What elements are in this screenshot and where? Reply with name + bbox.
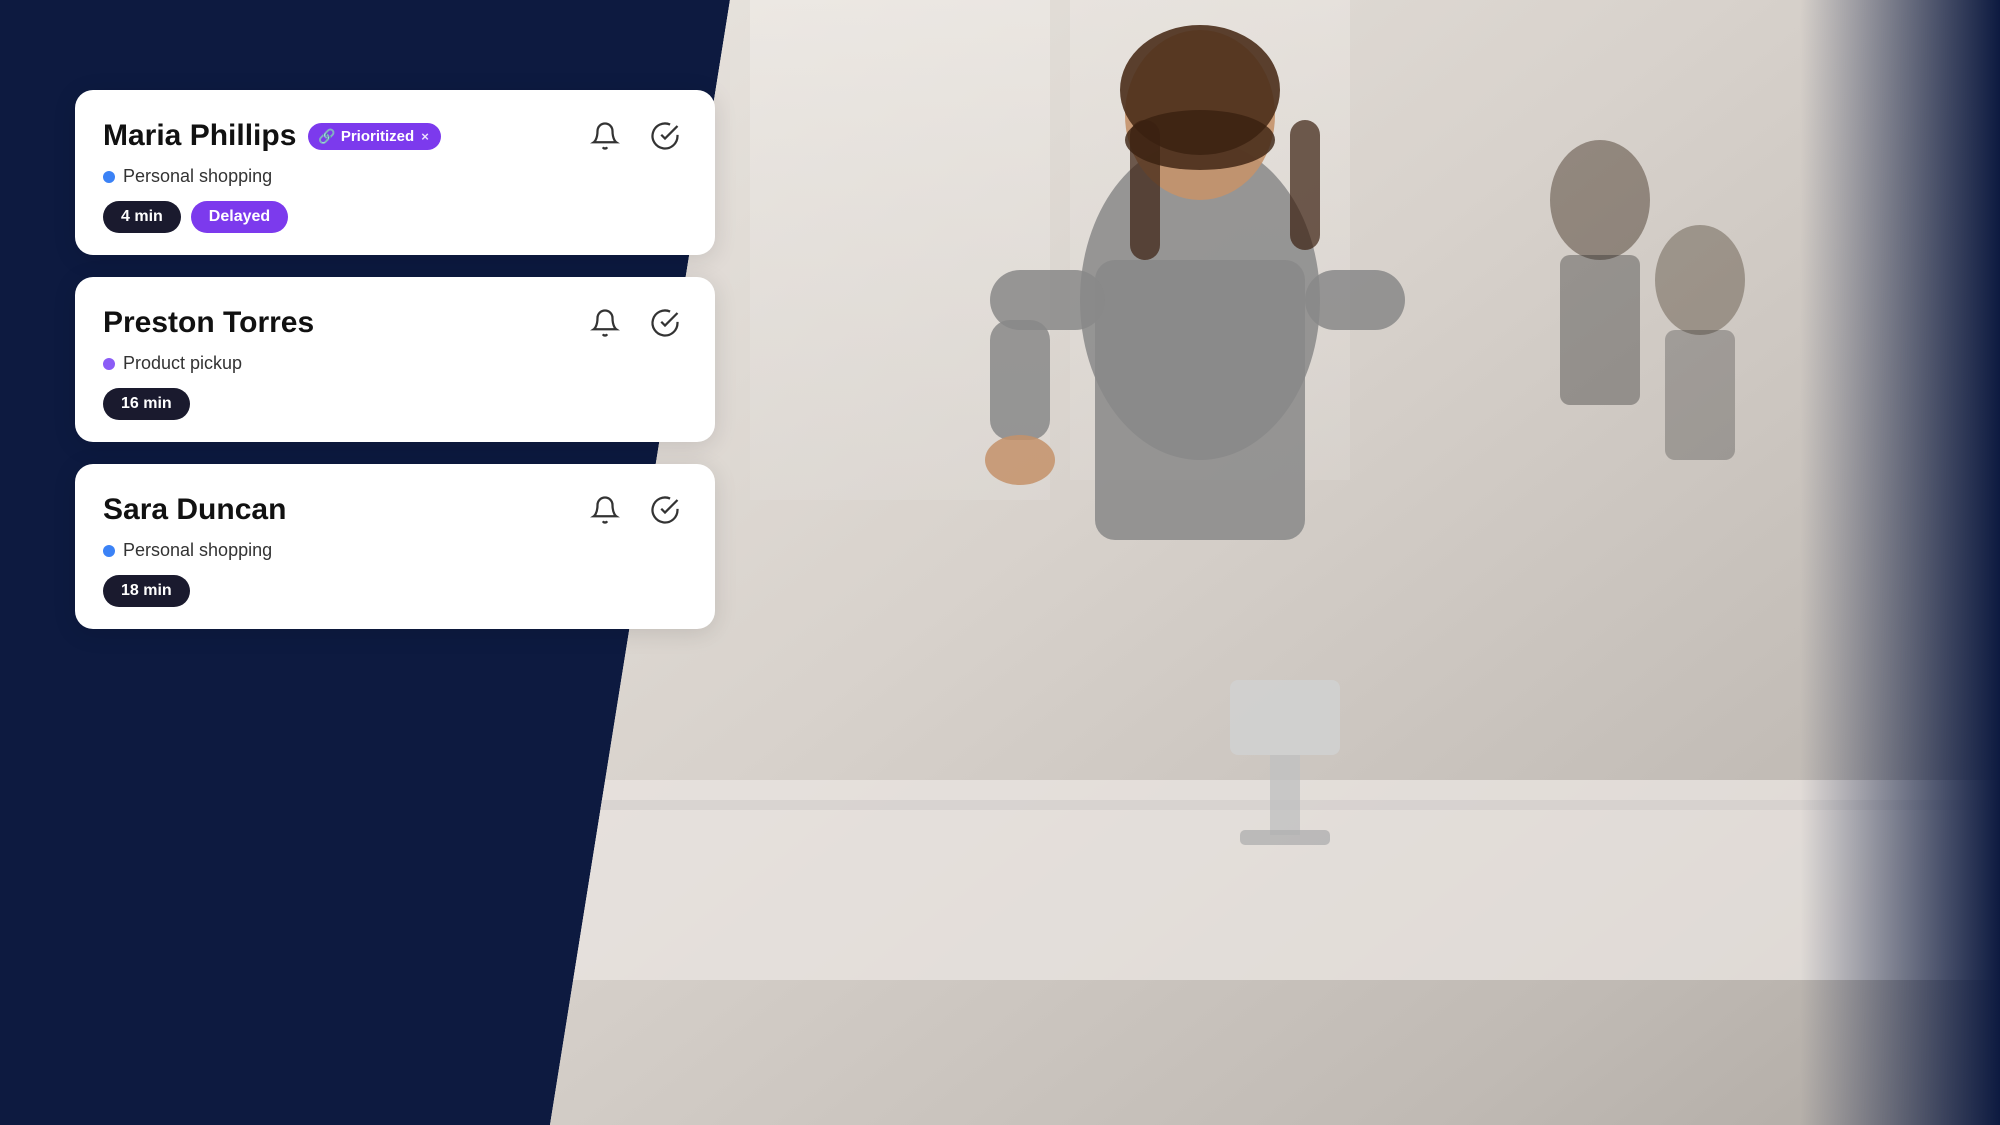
bell-button-maria[interactable]: [583, 114, 627, 158]
card-title-section-preston: Preston Torres: [103, 305, 314, 341]
check-button-maria[interactable]: [643, 114, 687, 158]
status-tag-maria: Delayed: [191, 201, 288, 233]
service-label-preston: Product pickup: [123, 353, 242, 374]
time-tag-preston: 16 min: [103, 388, 190, 420]
service-dot-sara: [103, 545, 115, 557]
badge-label: Prioritized: [341, 128, 414, 145]
cards-container: Maria Phillips 🔗 Prioritized ×: [75, 90, 715, 629]
check-button-preston[interactable]: [643, 301, 687, 345]
customer-name-preston: Preston Torres: [103, 305, 314, 341]
card-sara: Sara Duncan Personal sho: [75, 464, 715, 629]
service-line-sara: Personal shopping: [103, 540, 687, 561]
card-title-section: Maria Phillips 🔗 Prioritized ×: [103, 118, 441, 154]
service-line-preston: Product pickup: [103, 353, 687, 374]
customer-name-sara: Sara Duncan: [103, 492, 286, 528]
card-title-section-sara: Sara Duncan: [103, 492, 286, 528]
tags-row-maria: 4 min Delayed: [103, 201, 687, 233]
service-label-maria: Personal shopping: [123, 166, 272, 187]
badge-close-button[interactable]: ×: [421, 129, 429, 144]
service-line-maria: Personal shopping: [103, 166, 687, 187]
card-preston: Preston Torres Product p: [75, 277, 715, 442]
link-icon: 🔗: [318, 128, 335, 145]
bell-icon-maria: [590, 121, 620, 151]
service-label-sara: Personal shopping: [123, 540, 272, 561]
service-dot-preston: [103, 358, 115, 370]
tags-row-preston: 16 min: [103, 388, 687, 420]
customer-name-maria: Maria Phillips: [103, 118, 296, 154]
check-circle-icon-preston: [650, 308, 680, 338]
card-actions-sara: [583, 488, 687, 532]
card-actions-preston: [583, 301, 687, 345]
tags-row-sara: 18 min: [103, 575, 687, 607]
bell-icon-sara: [590, 495, 620, 525]
bell-button-preston[interactable]: [583, 301, 627, 345]
card-actions-maria: [583, 114, 687, 158]
check-circle-icon-maria: [650, 121, 680, 151]
prioritized-badge[interactable]: 🔗 Prioritized ×: [308, 123, 440, 150]
dark-right-overlay: [1800, 0, 2000, 1125]
background-scene: [550, 0, 2000, 1125]
check-circle-icon-sara: [650, 495, 680, 525]
bell-button-sara[interactable]: [583, 488, 627, 532]
service-dot-maria: [103, 171, 115, 183]
time-tag-sara: 18 min: [103, 575, 190, 607]
bell-icon-preston: [590, 308, 620, 338]
time-tag-maria: 4 min: [103, 201, 181, 233]
card-maria: Maria Phillips 🔗 Prioritized ×: [75, 90, 715, 255]
background-photo: [550, 0, 2000, 1125]
check-button-sara[interactable]: [643, 488, 687, 532]
